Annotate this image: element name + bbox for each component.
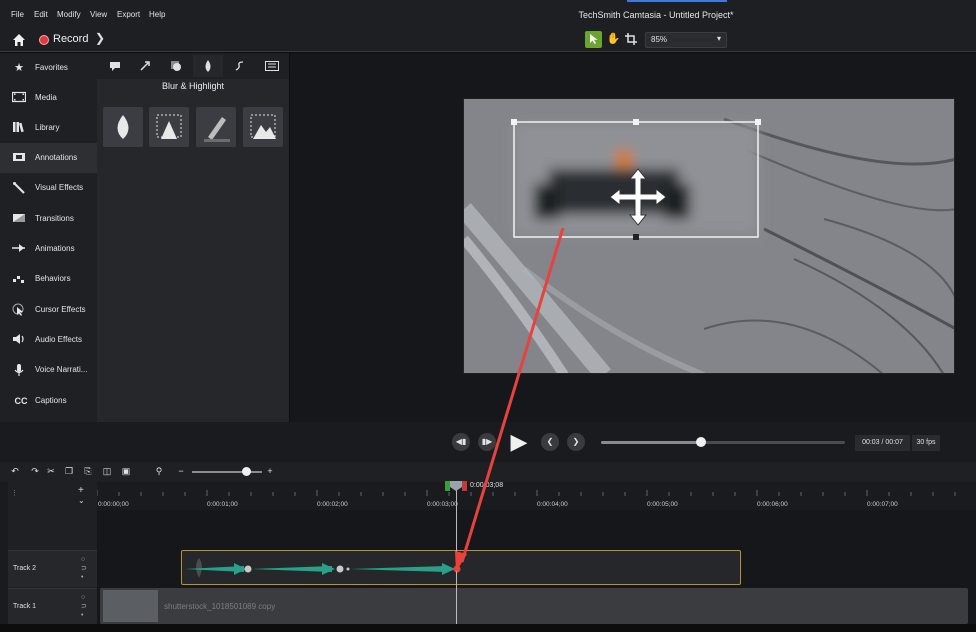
annotation-arrow-overlay [455, 227, 565, 572]
annotation-arrow-line [460, 227, 565, 563]
annotation-arrow-head [455, 551, 467, 572]
bottom-edge [0, 624, 976, 632]
